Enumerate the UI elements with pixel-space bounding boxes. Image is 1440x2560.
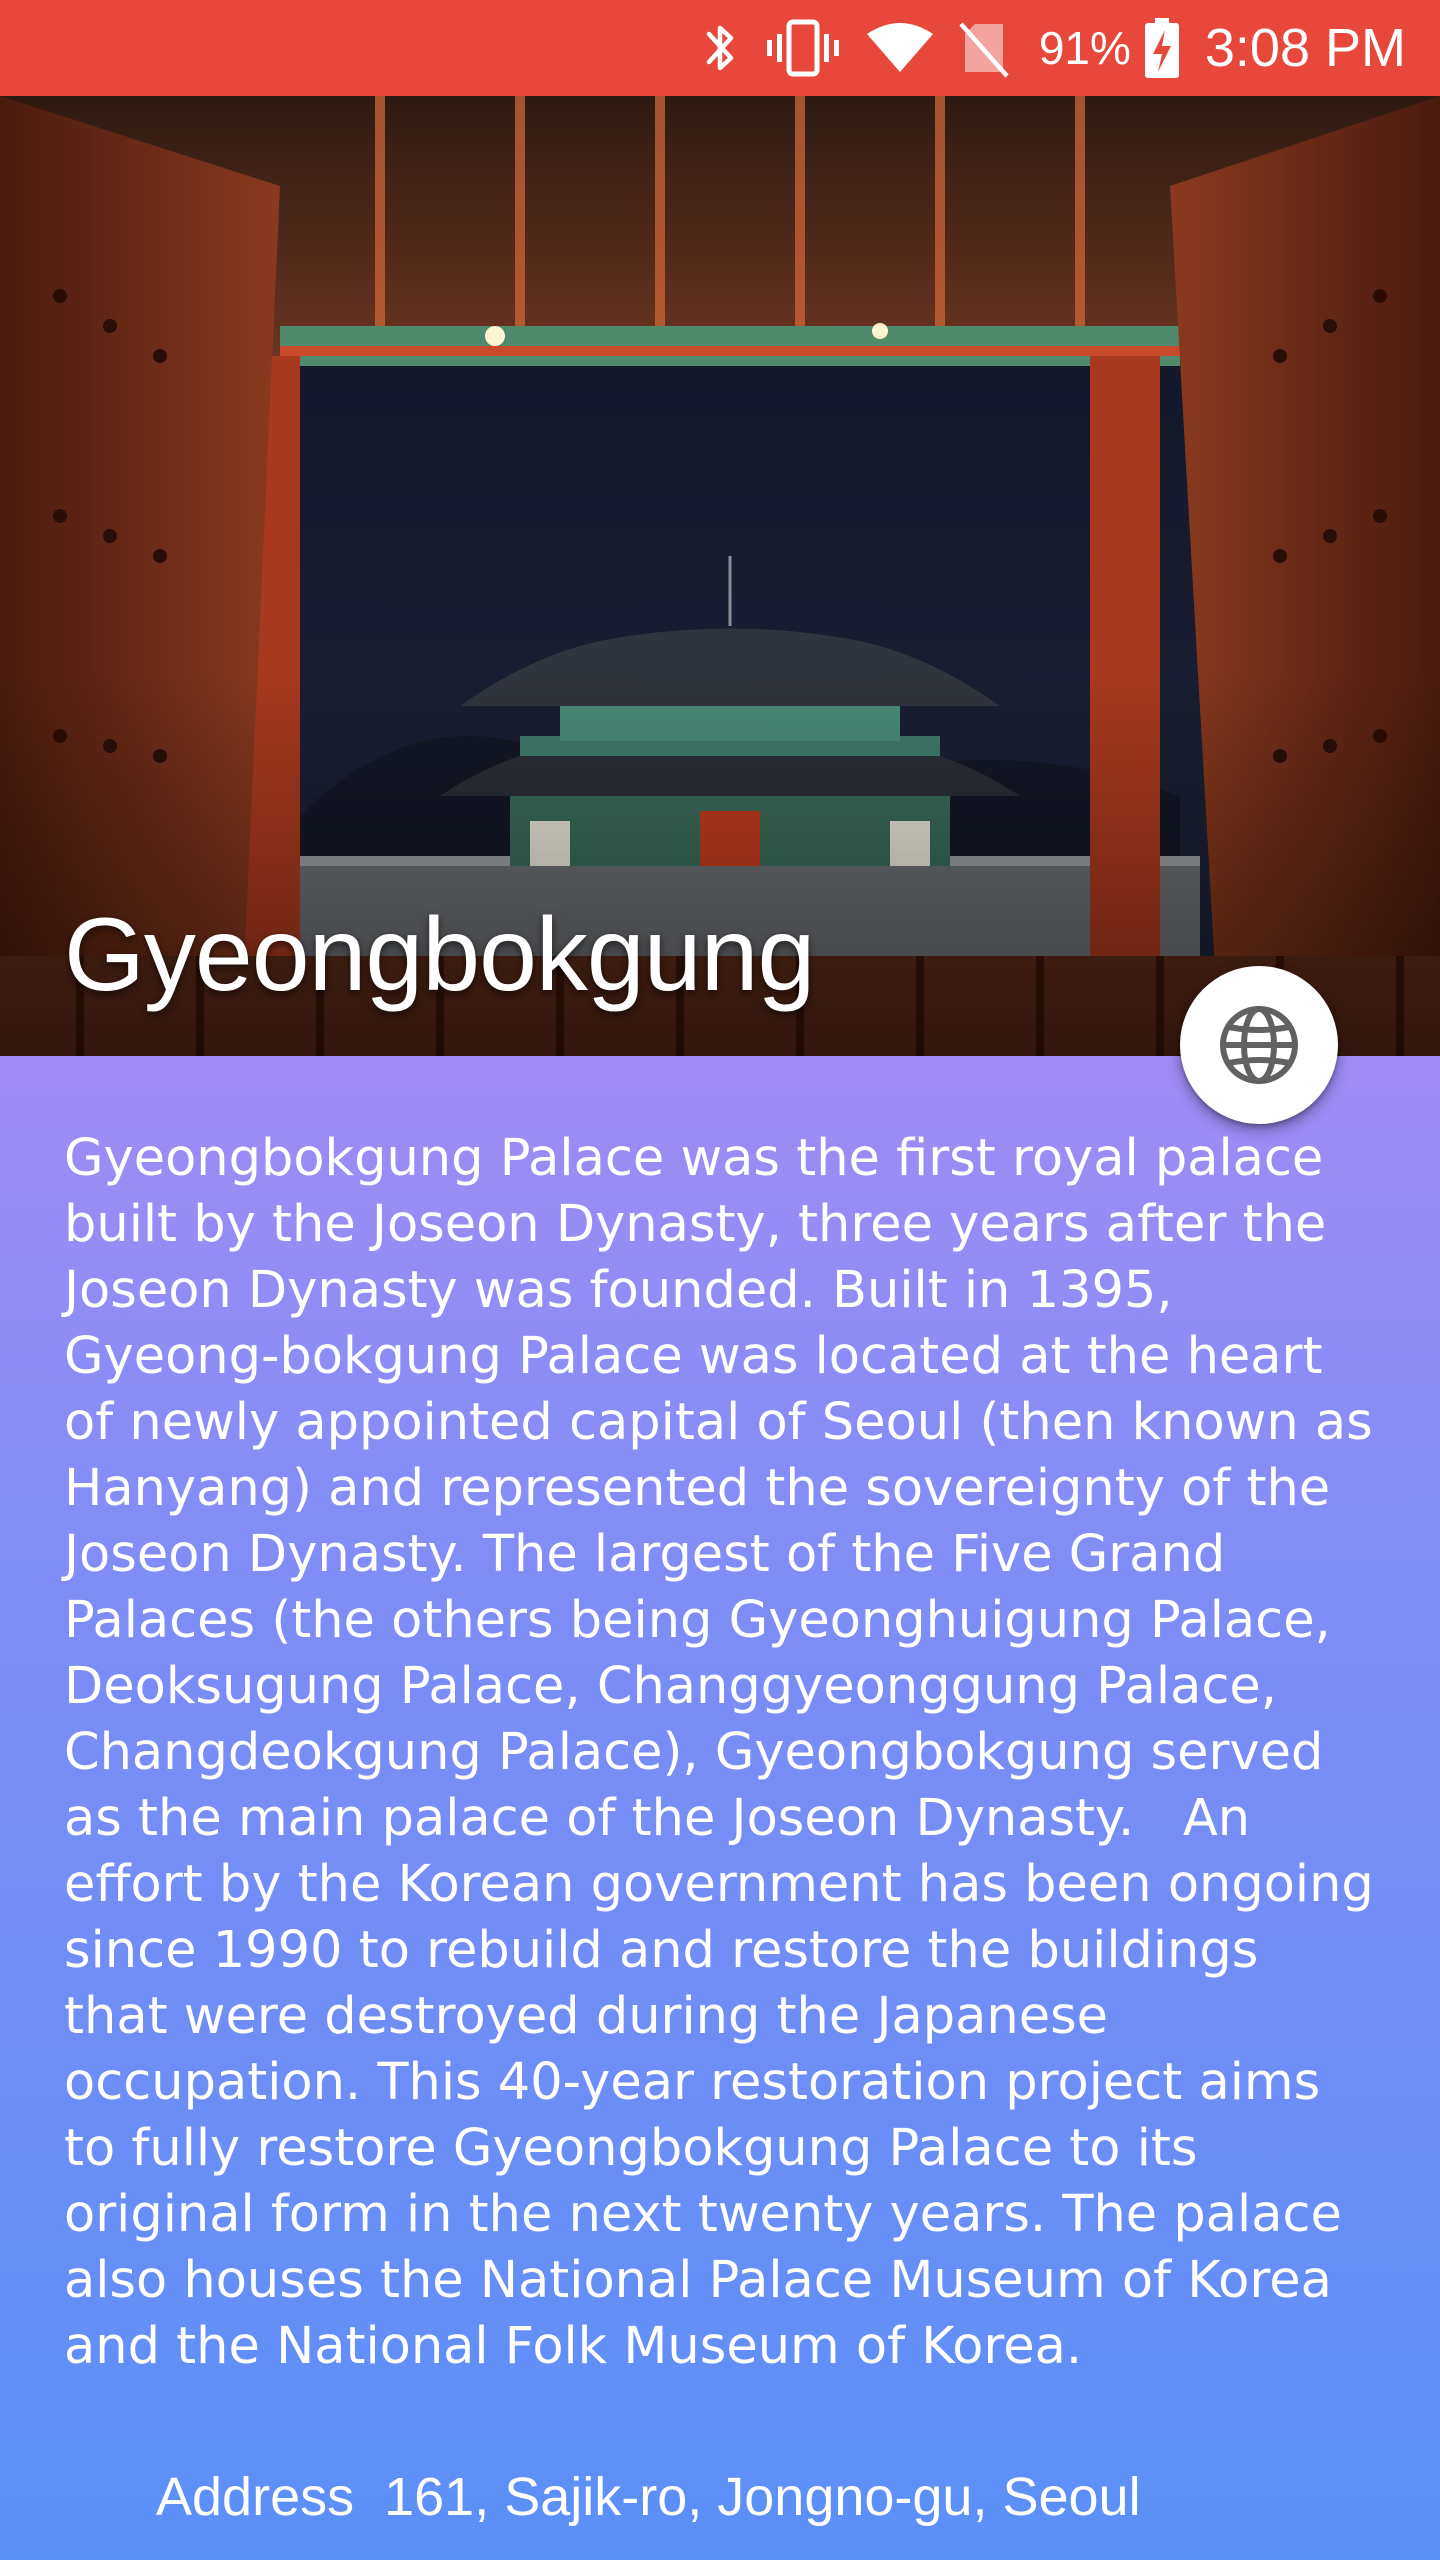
description-text: Gyeongbokgung Palace was the first royal… (64, 1129, 1391, 2376)
globe-button[interactable] (1180, 966, 1338, 1124)
status-time: 3:08 PM (1204, 18, 1406, 78)
status-bar: 91% 3:08 PM (0, 0, 1440, 96)
globe-icon (1220, 1006, 1298, 1084)
vibrate-icon (765, 0, 841, 96)
no-sim-icon (959, 0, 1009, 96)
content-panel: Gyeongbokgung Palace was the first royal… (0, 1056, 1440, 2560)
page-title: Gyeongbokgung (64, 897, 815, 1013)
bluetooth-icon (701, 0, 741, 96)
wifi-icon (865, 0, 935, 96)
battery-percent: 91% (1038, 22, 1131, 74)
battery-charging-icon (1143, 0, 1181, 96)
hero-image: Gyeongbokgung (0, 96, 1440, 1056)
address-text: Address 161, Sajik-ro, Jongno-gu, Seoul (156, 2467, 1141, 2527)
